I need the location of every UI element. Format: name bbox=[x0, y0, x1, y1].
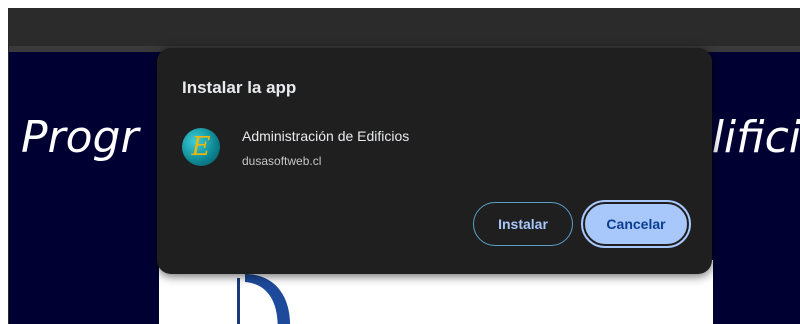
app-icon: E bbox=[182, 128, 220, 166]
dialog-title: Instalar la app bbox=[182, 78, 297, 97]
cancel-button[interactable]: Cancelar bbox=[581, 200, 691, 248]
page-heading-right: lifici bbox=[711, 112, 800, 163]
page-heading-left: Progr bbox=[21, 112, 139, 163]
app-name: Administración de Edificios bbox=[242, 128, 410, 144]
logo-graphic bbox=[237, 274, 290, 324]
install-app-dialog: Instalar la app E Administración de Edif… bbox=[157, 48, 712, 274]
install-button[interactable]: Instalar bbox=[473, 202, 573, 246]
app-icon-glyph: E bbox=[191, 132, 211, 162]
browser-toolbar bbox=[9, 8, 800, 52]
app-origin: dusasoftweb.cl bbox=[242, 154, 322, 168]
